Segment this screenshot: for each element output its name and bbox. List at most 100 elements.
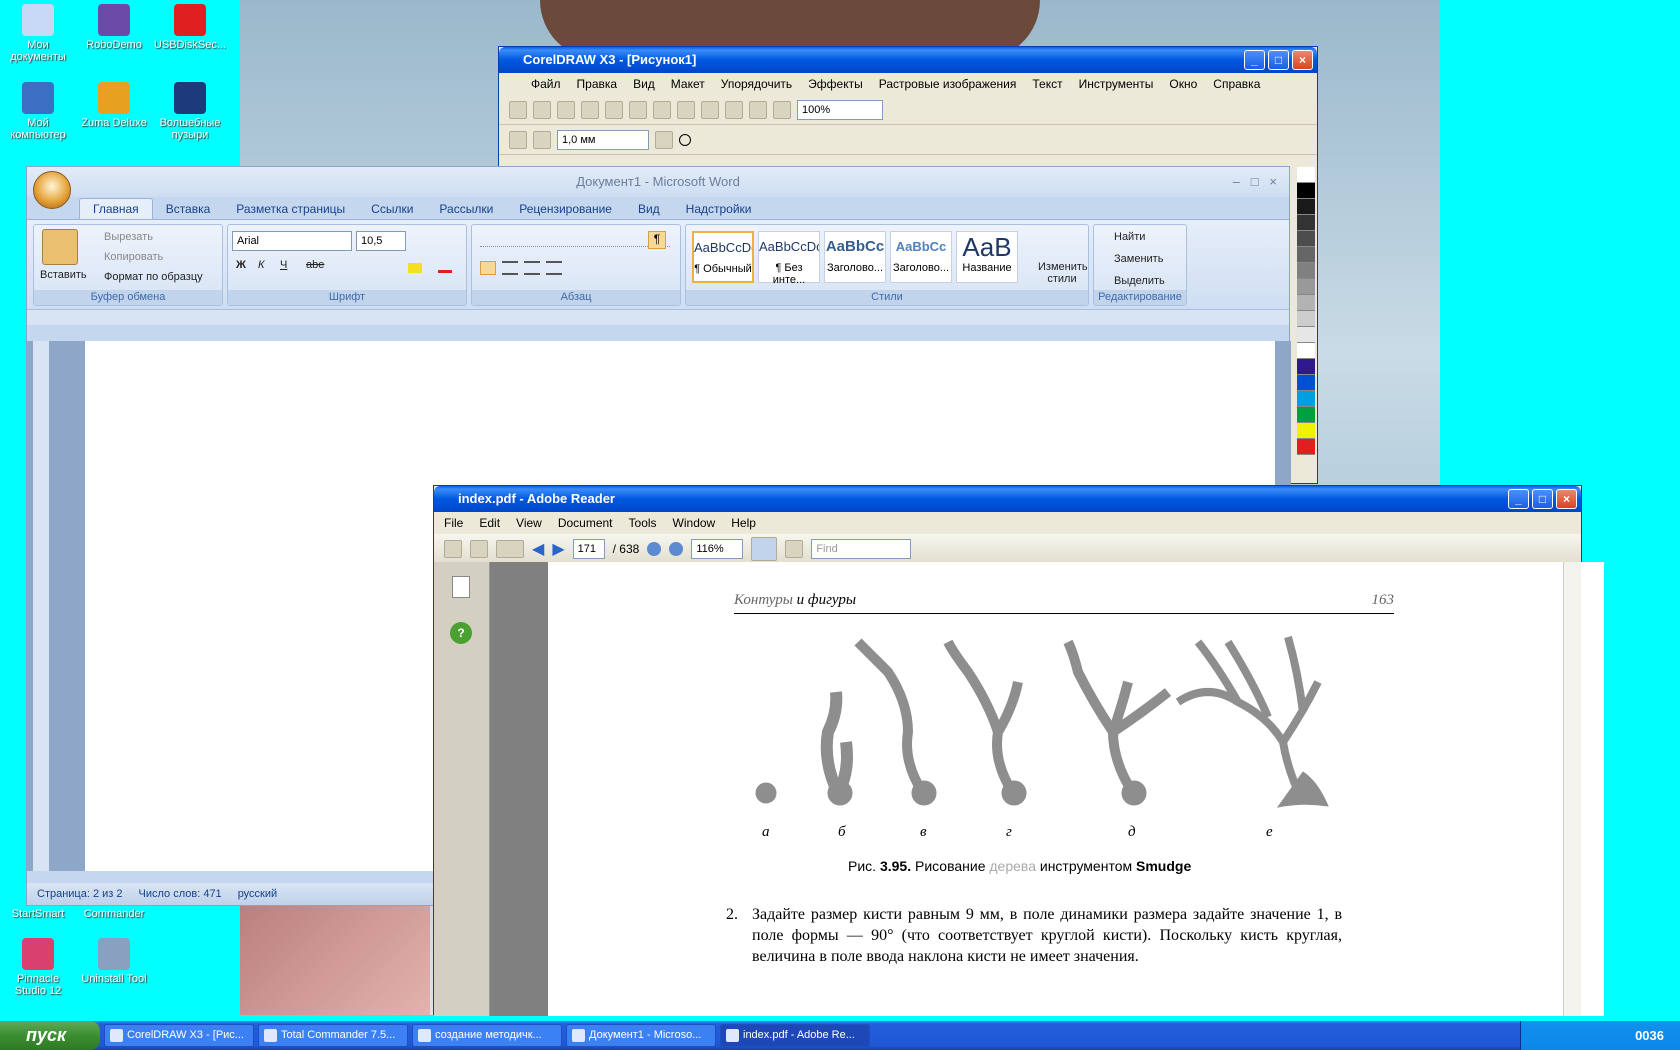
maximize-button[interactable]: □ — [1532, 489, 1553, 509]
minimize-button[interactable]: _ — [1244, 50, 1265, 70]
help-icon[interactable]: ? — [450, 622, 472, 644]
minimize-button[interactable]: _ — [1508, 489, 1529, 509]
menu-document[interactable]: Document — [550, 516, 621, 530]
palette-swatch[interactable] — [1297, 327, 1315, 343]
clock[interactable]: 0036 — [1635, 1028, 1664, 1043]
import-icon[interactable] — [725, 100, 743, 119]
style-no-spacing[interactable]: AaBbCcDc ¶ Без инте... — [758, 231, 820, 286]
reader-titlebar[interactable]: index.pdf - Adobe Reader _ □ × — [434, 486, 1581, 512]
menu-file[interactable]: File — [436, 516, 471, 530]
desktop-icon-startsmart[interactable]: StartSmart — [0, 908, 76, 920]
justify-icon[interactable] — [546, 261, 562, 275]
palette-swatch[interactable] — [1297, 359, 1315, 375]
underline-button[interactable]: Ч — [280, 259, 287, 271]
taskbar-item-coreldraw[interactable]: CorelDRAW X3 - [Рис... — [104, 1024, 254, 1047]
strikethrough-button[interactable]: abe — [306, 259, 324, 271]
paste-button[interactable]: Вставить — [40, 269, 87, 281]
taskbar-item-word[interactable]: Документ1 - Microso... — [566, 1024, 716, 1047]
menu-window[interactable]: Окно — [1161, 77, 1205, 91]
palette-swatch[interactable] — [1297, 183, 1315, 199]
open-icon[interactable] — [533, 100, 551, 119]
word-titlebar[interactable]: Документ1 - Microsoft Word ‒ □ × — [27, 167, 1289, 197]
menu-effects[interactable]: Эффекты — [800, 77, 871, 91]
palette-swatch[interactable] — [1297, 295, 1315, 311]
zoom-select[interactable]: 116% — [691, 538, 744, 559]
tab-page-layout[interactable]: Разметка страницы — [223, 199, 358, 219]
palette-swatch[interactable] — [1297, 391, 1315, 407]
vertical-ruler[interactable] — [33, 341, 49, 871]
nib-size-input[interactable]: 1,0 мм — [557, 129, 649, 150]
tab-mailings[interactable]: Рассылки — [426, 199, 506, 219]
taskbar-item-adobe-reader[interactable]: index.pdf - Adobe Re... — [720, 1024, 870, 1047]
close-button[interactable]: × — [1292, 50, 1313, 70]
menu-window[interactable]: Window — [665, 516, 724, 530]
highlight-icon[interactable] — [408, 263, 422, 273]
menu-help[interactable]: Справка — [1205, 77, 1268, 91]
bold-button[interactable]: Ж — [236, 259, 246, 271]
palette-swatch[interactable] — [1297, 263, 1315, 279]
show-marks-icon[interactable]: ¶ — [648, 231, 666, 249]
menu-bitmaps[interactable]: Растровые изображения — [871, 77, 1025, 91]
font-name-select[interactable]: Arial — [232, 231, 352, 251]
desktop-icon-zuma[interactable]: Zuma Deluxe — [76, 82, 152, 129]
close-button[interactable]: × — [1556, 489, 1577, 509]
select-button[interactable]: Выделить — [1114, 275, 1165, 287]
language-indicator[interactable]: русский — [238, 883, 277, 905]
nib-shape-icon[interactable] — [679, 133, 691, 146]
page-count[interactable]: Страница: 2 из 2 — [37, 883, 123, 905]
palette-swatch[interactable] — [1297, 199, 1315, 215]
palette-swatch[interactable] — [1297, 343, 1315, 359]
menu-file[interactable]: Файл — [523, 77, 569, 91]
pages-icon[interactable] — [496, 539, 524, 558]
fit-page-icon[interactable] — [785, 539, 804, 558]
align-left-icon[interactable] — [480, 261, 496, 275]
desktop-icon-bubbles[interactable]: Волшебные пузыри — [152, 82, 228, 141]
page-number-input[interactable]: 171 — [572, 538, 605, 559]
cut-button[interactable]: Вырезать — [104, 231, 153, 243]
desktop-icon-usbdisk[interactable]: USBDiskSec... — [152, 4, 228, 51]
brush-icon[interactable] — [533, 130, 551, 149]
palette-swatch[interactable] — [1297, 231, 1315, 247]
replace-button[interactable]: Заменить — [1114, 253, 1163, 265]
menu-tools[interactable]: Tools — [621, 516, 665, 530]
zoom-in-icon[interactable] — [669, 541, 684, 556]
print-icon[interactable] — [581, 100, 599, 119]
start-button[interactable]: пуск — [0, 1021, 100, 1050]
taskbar-item-methodical[interactable]: создание методичк... — [412, 1024, 562, 1047]
color-palette[interactable] — [1297, 167, 1315, 455]
tab-insert[interactable]: Вставка — [153, 199, 224, 219]
change-styles-button[interactable]: Изменить стили — [1038, 261, 1088, 285]
style-heading-1[interactable]: AaBbCc Заголово... — [824, 231, 886, 283]
style-heading-2[interactable]: AaBbCc Заголово... — [890, 231, 952, 283]
next-page-icon[interactable]: ▶ — [552, 539, 564, 559]
tab-home[interactable]: Главная — [79, 198, 153, 219]
previous-page-icon[interactable]: ◀ — [532, 539, 544, 559]
desktop-icon-robodemo[interactable]: RoboDemo — [76, 4, 152, 51]
tab-references[interactable]: Ссылки — [358, 199, 426, 219]
copy-button[interactable]: Копировать — [104, 251, 163, 263]
word-window-controls[interactable]: ‒ □ × — [1233, 167, 1277, 197]
style-title[interactable]: AaB Название — [956, 231, 1018, 283]
style-normal[interactable]: AaBbCcDc ¶ Обычный — [692, 231, 754, 283]
desktop-icon-commander[interactable]: Commander — [76, 908, 152, 920]
menu-text[interactable]: Текст — [1024, 77, 1070, 91]
pressure-icon[interactable] — [655, 130, 673, 149]
format-painter-button[interactable]: Формат по образцу — [104, 271, 203, 283]
find-input[interactable]: Find — [811, 538, 912, 559]
menu-view[interactable]: Вид — [625, 77, 663, 91]
menu-edit[interactable]: Edit — [471, 516, 508, 530]
undo-icon[interactable] — [677, 100, 695, 119]
redo-icon[interactable] — [701, 100, 719, 119]
list-buttons[interactable] — [480, 233, 670, 247]
horizontal-ruler[interactable] — [27, 309, 1289, 325]
maximize-button[interactable]: □ — [1268, 50, 1289, 70]
paste-icon[interactable] — [42, 229, 78, 265]
menu-edit[interactable]: Правка — [569, 77, 626, 91]
font-size-select[interactable]: 10,5 — [356, 231, 406, 251]
menu-view[interactable]: View — [508, 516, 550, 530]
menu-layout[interactable]: Макет — [663, 77, 713, 91]
align-center-icon[interactable] — [502, 261, 518, 275]
desktop-icon-uninstall-tool[interactable]: Uninstall Tool — [76, 938, 152, 985]
desktop-icon-pinnacle[interactable]: Pinnacle Studio 12 — [0, 938, 76, 997]
smudge-icon[interactable] — [509, 130, 527, 149]
